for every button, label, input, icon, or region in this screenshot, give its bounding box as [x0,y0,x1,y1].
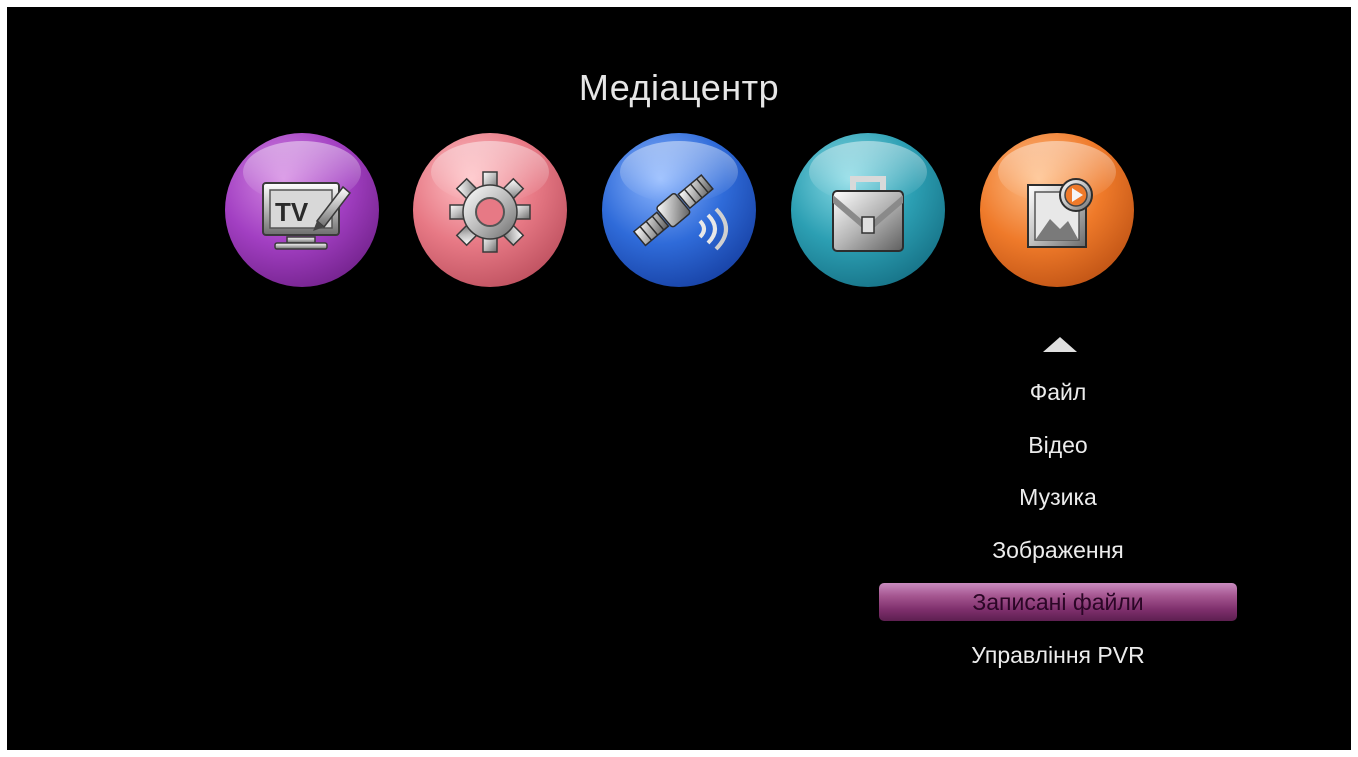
tv-screen: Медіацентр TV Файл Відео Музика Зображен… [7,7,1351,750]
toolbox-button[interactable] [791,133,945,287]
media-icon [1027,178,1093,248]
menu-item-pvr-management[interactable]: Управління PVR [879,636,1237,674]
menu-item-recorded-files[interactable]: Записані файли [879,583,1237,621]
media-center-button[interactable] [980,133,1134,287]
scroll-up-arrow-icon[interactable] [1043,337,1077,352]
toolbox-icon [832,176,904,252]
menu-item-video[interactable]: Відео [879,426,1237,464]
settings-gear-icon [449,171,531,253]
menu-item-file[interactable]: Файл [879,373,1237,411]
svg-text:TV: TV [275,197,309,227]
menu-item-music[interactable]: Музика [879,478,1237,516]
tv-button[interactable]: TV [225,133,379,287]
satellite-button[interactable] [602,133,756,287]
satellite-icon [632,174,728,251]
tv-icon: TV [262,182,352,250]
settings-button[interactable] [413,133,567,287]
menu-item-images[interactable]: Зображення [879,531,1237,569]
top-icon-row: TV [7,7,1351,307]
